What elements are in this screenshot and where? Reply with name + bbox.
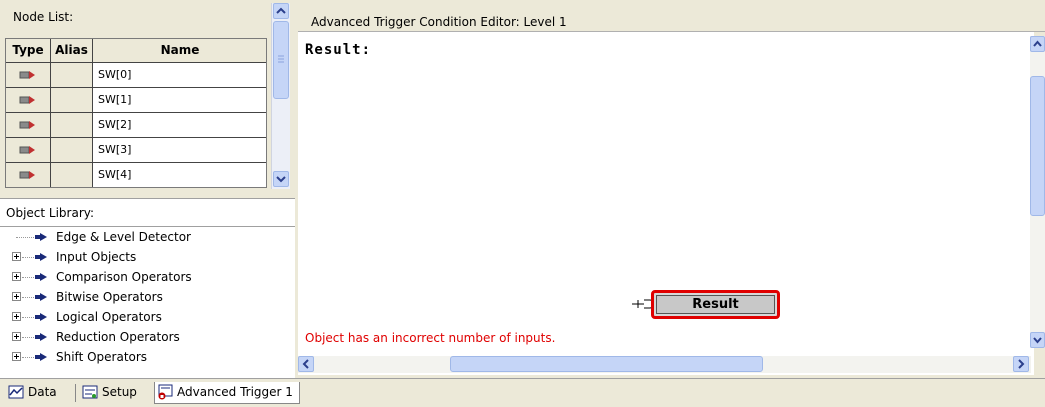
expand-plus-icon[interactable] xyxy=(12,352,21,361)
data-icon xyxy=(8,385,24,399)
library-item-label: Logical Operators xyxy=(56,310,162,324)
result-expression-text: Result: xyxy=(305,42,372,58)
node-name-cell: SW[4] xyxy=(98,168,132,181)
scroll-thumb[interactable] xyxy=(1030,76,1045,216)
node-alias-cell xyxy=(51,63,93,87)
input-pin-icon xyxy=(19,121,35,129)
tree-connector xyxy=(16,237,36,238)
tree-connector xyxy=(22,357,36,358)
input-pin-icon xyxy=(19,71,35,79)
node-row[interactable]: SW[2] xyxy=(6,113,266,138)
chevron-up-icon xyxy=(1033,40,1042,47)
result-node-body: Result xyxy=(656,295,775,314)
node-alias-cell xyxy=(51,88,93,112)
tab-separator xyxy=(75,384,76,402)
library-item-label: Bitwise Operators xyxy=(56,290,163,304)
expand-plus-icon[interactable] xyxy=(12,312,21,321)
tree-connector xyxy=(22,337,36,338)
node-type-cell xyxy=(6,63,51,87)
expand-plus-icon[interactable] xyxy=(12,252,21,261)
node-alias-cell xyxy=(51,163,93,187)
scroll-thumb[interactable] xyxy=(273,21,289,99)
node-row[interactable]: SW[0] xyxy=(6,63,266,88)
node-alias-cell xyxy=(51,138,93,162)
editor-vertical-scrollbar[interactable] xyxy=(1030,36,1045,348)
scroll-right-button[interactable] xyxy=(1013,356,1029,372)
object-arrow-icon xyxy=(35,333,47,341)
node-name-cell: SW[1] xyxy=(98,93,132,106)
node-row[interactable]: SW[1] xyxy=(6,88,266,113)
node-alias-cell xyxy=(51,113,93,137)
tab-data[interactable]: Data xyxy=(6,382,57,404)
scroll-up-button[interactable] xyxy=(1030,36,1045,52)
chevron-down-icon xyxy=(276,176,286,183)
node-list-table: Type Alias Name SW[0] SW[1] SW[2] SW[3] xyxy=(5,38,267,188)
editor-canvas[interactable] xyxy=(298,32,1034,375)
chevron-up-icon xyxy=(276,7,286,14)
node-list-scrollbar[interactable] xyxy=(271,3,290,189)
object-arrow-icon xyxy=(35,253,47,261)
chevron-left-icon xyxy=(302,359,309,369)
object-library-title: Object Library: xyxy=(6,206,95,220)
tree-connector xyxy=(22,297,36,298)
library-item-label: Reduction Operators xyxy=(56,330,180,344)
node-name-cell: SW[0] xyxy=(98,68,132,81)
result-node[interactable]: Result xyxy=(651,290,780,319)
node-list-header: Type Alias Name xyxy=(6,39,266,63)
column-header-name[interactable]: Name xyxy=(93,39,267,63)
node-name-cell: SW[3] xyxy=(98,143,132,156)
node-row[interactable]: SW[3] xyxy=(6,138,266,163)
column-header-type[interactable]: Type xyxy=(6,39,51,63)
node-type-cell xyxy=(6,113,51,137)
tab-label: Advanced Trigger 1 xyxy=(177,385,293,399)
tree-connector xyxy=(22,257,36,258)
expand-plus-icon[interactable] xyxy=(12,272,21,281)
scroll-down-button[interactable] xyxy=(1030,332,1045,348)
expand-plus-icon[interactable] xyxy=(12,292,21,301)
tab-setup[interactable]: Setup xyxy=(80,382,137,404)
setup-icon xyxy=(82,385,98,399)
editor-title: Advanced Trigger Condition Editor: Level… xyxy=(311,15,567,29)
thumb-grip-icon xyxy=(278,55,284,63)
expand-plus-icon[interactable] xyxy=(12,332,21,341)
scroll-thumb[interactable] xyxy=(450,356,763,372)
library-item-label: Comparison Operators xyxy=(56,270,192,284)
object-arrow-icon xyxy=(35,273,47,281)
node-row[interactable]: SW[4] xyxy=(6,163,266,188)
input-pin-icon xyxy=(19,171,35,179)
scroll-up-button[interactable] xyxy=(273,3,289,19)
node-list-title: Node List: xyxy=(13,10,74,24)
tree-connector xyxy=(22,317,36,318)
chevron-down-icon xyxy=(1033,337,1042,344)
library-item-label: Input Objects xyxy=(56,250,137,264)
tab-advanced-trigger[interactable]: Advanced Trigger 1 xyxy=(154,382,300,404)
editor-horizontal-scrollbar[interactable] xyxy=(298,356,1031,373)
result-node-label: Result xyxy=(692,297,739,312)
tab-label: Setup xyxy=(102,385,137,399)
error-message: Object has an incorrect number of inputs… xyxy=(305,331,556,345)
library-item-label: Shift Operators xyxy=(56,350,148,364)
scroll-left-button[interactable] xyxy=(298,356,314,372)
scroll-down-button[interactable] xyxy=(273,171,289,187)
object-arrow-icon xyxy=(35,353,47,361)
node-type-cell xyxy=(6,138,51,162)
node-type-cell xyxy=(6,88,51,112)
object-arrow-icon xyxy=(35,293,47,301)
node-name-cell: SW[2] xyxy=(98,118,132,131)
tab-label: Data xyxy=(28,385,57,399)
node-type-cell xyxy=(6,163,51,187)
advanced-trigger-icon xyxy=(158,384,173,400)
chevron-right-icon xyxy=(1018,359,1025,369)
input-pin-icon xyxy=(19,146,35,154)
object-arrow-icon xyxy=(35,233,47,241)
object-arrow-icon xyxy=(35,313,47,321)
tree-connector xyxy=(22,277,36,278)
input-pin-icon xyxy=(19,96,35,104)
column-header-alias[interactable]: Alias xyxy=(51,39,93,63)
library-item-label: Edge & Level Detector xyxy=(56,230,191,244)
